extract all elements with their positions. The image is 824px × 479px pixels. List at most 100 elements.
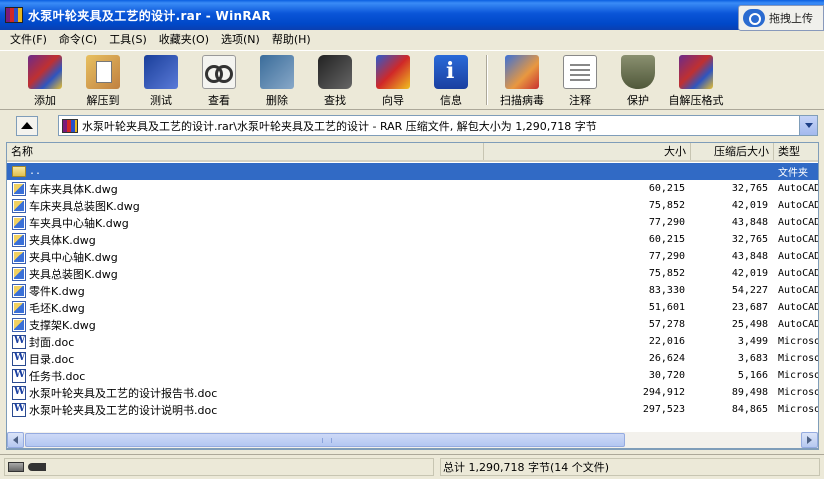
dwg-file-icon <box>12 232 26 247</box>
status-text: 总计 1,290,718 字节(14 个文件) <box>440 458 820 476</box>
file-name: 任务书.doc <box>29 369 86 383</box>
dwg-file-icon <box>12 266 26 281</box>
wizard-label: 向导 <box>382 94 404 107</box>
scroll-left-button[interactable] <box>7 432 24 448</box>
file-row[interactable]: 车夹具中心轴K.dwg 77,290 43,848 AutoCAD <box>7 214 818 231</box>
column-header-type[interactable]: 类型 <box>774 143 818 160</box>
file-rows: .. 文件夹 车床夹具体K.dwg 60,215 32,765 AutoCAD 车床夹具总装… <box>7 163 818 418</box>
drag-upload-button[interactable]: 拖拽上传 <box>738 5 824 31</box>
file-packed-size: 32,765 <box>731 234 768 245</box>
virus-scan-button[interactable]: 扫描病毒 <box>493 51 551 109</box>
file-name: .. <box>29 166 42 177</box>
file-row[interactable]: .. 文件夹 <box>7 163 818 180</box>
title-bar: 水泵叶轮夹具及工艺的设计.rar - WinRAR 拖拽上传 <box>0 0 824 31</box>
wizard-icon <box>376 55 410 89</box>
status-icons <box>4 458 434 476</box>
test-button[interactable]: 测试 <box>132 51 190 109</box>
file-size: 75,852 <box>648 268 685 279</box>
file-packed-size: 43,848 <box>731 217 768 228</box>
file-name: 车床夹具总装图K.dwg <box>29 199 140 213</box>
file-name: 目录.doc <box>29 352 75 366</box>
column-header-size[interactable]: 大小 <box>484 143 691 160</box>
file-size: 57,278 <box>648 319 685 330</box>
file-row[interactable]: 目录.doc 26,624 3,683 Microsoft <box>7 350 818 367</box>
menu-tools[interactable]: 工具(S) <box>103 31 153 49</box>
find-label: 查找 <box>324 94 346 107</box>
file-row[interactable]: 水泵叶轮夹具及工艺的设计说明书.doc 297,523 84,865 Microsof… <box>7 401 818 418</box>
menu-help[interactable]: 帮助(H) <box>266 31 317 49</box>
view-label: 查看 <box>208 94 230 107</box>
menu-options[interactable]: 选项(N) <box>215 31 266 49</box>
sfx-button[interactable]: 自解压格式 <box>667 51 725 109</box>
toolbar: 添加 解压到 测试 查看 删除 查找 向导 信息 扫描病毒 注释 保护 自解压格… <box>0 50 824 110</box>
file-row[interactable]: 车床夹具体K.dwg 60,215 32,765 AutoCAD <box>7 180 818 197</box>
file-type: AutoCAD <box>778 285 818 296</box>
path-text: 水泵叶轮夹具及工艺的设计.rar\水泵叶轮夹具及工艺的设计 - RAR 压缩文件… <box>82 119 597 133</box>
doc-file-icon <box>12 368 26 383</box>
window-title: 水泵叶轮夹具及工艺的设计.rar - WinRAR <box>28 8 271 23</box>
view-button[interactable]: 查看 <box>190 51 248 109</box>
file-size: 77,290 <box>648 251 685 262</box>
menu-favorites[interactable]: 收藏夹(O) <box>153 31 215 49</box>
file-type: AutoCAD <box>778 302 818 313</box>
file-row[interactable]: 封面.doc 22,016 3,499 Microsoft <box>7 333 818 350</box>
up-folder-button[interactable] <box>16 115 38 136</box>
add-button[interactable]: 添加 <box>16 51 74 109</box>
file-name: 车夹具中心轴K.dwg <box>29 216 129 230</box>
doc-file-icon <box>12 334 26 349</box>
file-name: 车床夹具体K.dwg <box>29 182 118 196</box>
horizontal-scrollbar[interactable] <box>6 432 819 449</box>
file-packed-size: 42,019 <box>731 200 768 211</box>
shield-icon <box>621 55 655 89</box>
file-type: Microsoft <box>778 387 818 398</box>
file-row[interactable]: 车床夹具总装图K.dwg 75,852 42,019 AutoCAD <box>7 197 818 214</box>
info-button[interactable]: 信息 <box>422 51 480 109</box>
rar-archive-icon <box>62 118 78 133</box>
drive-icon[interactable] <box>8 462 24 472</box>
delete-icon <box>260 55 294 89</box>
delete-button[interactable]: 删除 <box>248 51 306 109</box>
scroll-thumb[interactable] <box>25 433 625 447</box>
file-name-cell: 水泵叶轮夹具及工艺的设计报告书.doc <box>7 385 484 401</box>
file-list[interactable]: 名称 大小 压缩后大小 类型 .. 文件夹 车床夹具体K.dwg 60,215 32,7… <box>6 142 819 450</box>
scroll-right-button[interactable] <box>801 432 818 448</box>
dwg-file-icon <box>12 181 26 196</box>
find-button[interactable]: 查找 <box>306 51 364 109</box>
file-name-cell: 封面.doc <box>7 334 484 350</box>
file-row[interactable]: 毛坯K.dwg 51,601 23,687 AutoCAD <box>7 299 818 316</box>
protect-label: 保护 <box>627 94 649 107</box>
file-size: 83,330 <box>648 285 685 296</box>
file-type: AutoCAD <box>778 234 818 245</box>
file-list-header: 名称 大小 压缩后大小 类型 <box>7 143 818 162</box>
file-row[interactable]: 夹具体K.dwg 60,215 32,765 AutoCAD <box>7 231 818 248</box>
file-type: AutoCAD <box>778 268 818 279</box>
file-row[interactable]: 零件K.dwg 83,330 54,227 AutoCAD <box>7 282 818 299</box>
menu-commands[interactable]: 命令(C) <box>53 31 103 49</box>
file-name-cell: 任务书.doc <box>7 368 484 384</box>
path-dropdown-button[interactable] <box>799 116 817 135</box>
column-header-packed[interactable]: 压缩后大小 <box>691 143 774 160</box>
file-name: 封面.doc <box>29 335 75 349</box>
file-row[interactable]: 夹具总装图K.dwg 75,852 42,019 AutoCAD <box>7 265 818 282</box>
status-bar: 总计 1,290,718 字节(14 个文件) <box>0 454 824 479</box>
path-bar: 水泵叶轮夹具及工艺的设计.rar\水泵叶轮夹具及工艺的设计 - RAR 压缩文件… <box>0 112 824 139</box>
file-row[interactable]: 任务书.doc 30,720 5,166 Microsoft <box>7 367 818 384</box>
dwg-file-icon <box>12 198 26 213</box>
file-packed-size: 23,687 <box>731 302 768 313</box>
file-type: AutoCAD <box>778 217 818 228</box>
wizard-button[interactable]: 向导 <box>364 51 422 109</box>
file-row[interactable]: 水泵叶轮夹具及工艺的设计报告书.doc 294,912 89,498 Microsof… <box>7 384 818 401</box>
file-type: AutoCAD <box>778 251 818 262</box>
path-combobox[interactable]: 水泵叶轮夹具及工艺的设计.rar\水泵叶轮夹具及工艺的设计 - RAR 压缩文件… <box>58 115 818 136</box>
file-size: 30,720 <box>648 370 685 381</box>
file-row[interactable]: 支撑架K.dwg 57,278 25,498 AutoCAD <box>7 316 818 333</box>
key-icon[interactable] <box>28 463 46 471</box>
winrar-app-icon[interactable] <box>5 7 23 23</box>
menu-file[interactable]: 文件(F) <box>4 31 53 49</box>
protect-button[interactable]: 保护 <box>609 51 667 109</box>
extract-to-button[interactable]: 解压到 <box>74 51 132 109</box>
comment-label: 注释 <box>569 94 591 107</box>
comment-button[interactable]: 注释 <box>551 51 609 109</box>
column-header-name[interactable]: 名称 <box>7 143 484 160</box>
file-row[interactable]: 夹具中心轴K.dwg 77,290 43,848 AutoCAD <box>7 248 818 265</box>
